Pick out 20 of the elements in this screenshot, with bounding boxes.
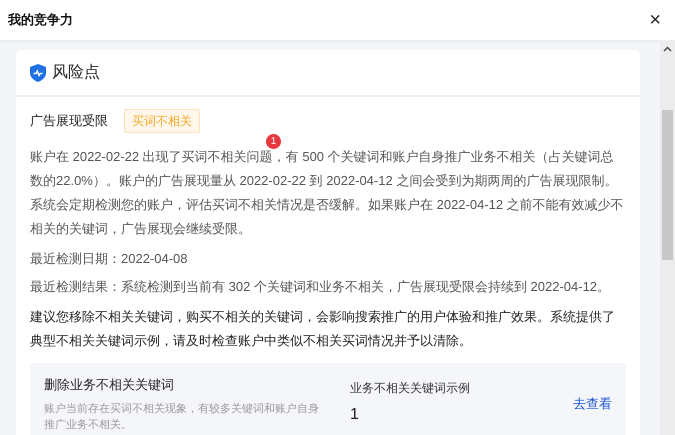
metric-value: 1 [350, 405, 360, 425]
fact-value: 2022-04-08 [121, 250, 188, 268]
fact-label: 最近检测结果： [30, 278, 121, 296]
scrollbar[interactable] [660, 42, 675, 435]
metric-label: 业务不相关关键词示例 [350, 380, 471, 397]
fact-value: 系统检测到当前有 302 个关键词和业务不相关，广告展现受限会持续到 2022-04-12。 [121, 278, 610, 296]
window-title: 我的竞争力 [8, 11, 73, 30]
action-title: 删除业务不相关关键词 [44, 376, 175, 394]
shield-icon [30, 64, 46, 82]
scrollbar-thumb[interactable] [662, 110, 673, 260]
section-title: 风险点 [52, 62, 100, 82]
close-button[interactable]: × [645, 10, 665, 30]
view-link[interactable]: 去查看 [573, 394, 612, 414]
suggestion-text: 建议您移除不相关关键词，购买不相关的关键词，会影响搜索推广的用户体验和推广效果。系统提供了典型不相关关键词示例，请及时检查账户中类似不相关买词情况并予以清除。 [30, 308, 616, 350]
issue-tag: 买词不相关 [124, 109, 200, 133]
action-description: 账户当前存在买词不相关现象，有较多关键词和账户自身推广业务不相关。 [44, 402, 320, 432]
notification-badge: 1 [266, 134, 281, 149]
scroll-up-icon[interactable] [663, 46, 672, 52]
issue-title: 广告展现受限 [30, 112, 108, 130]
fact-label: 最近检测日期： [30, 250, 121, 268]
